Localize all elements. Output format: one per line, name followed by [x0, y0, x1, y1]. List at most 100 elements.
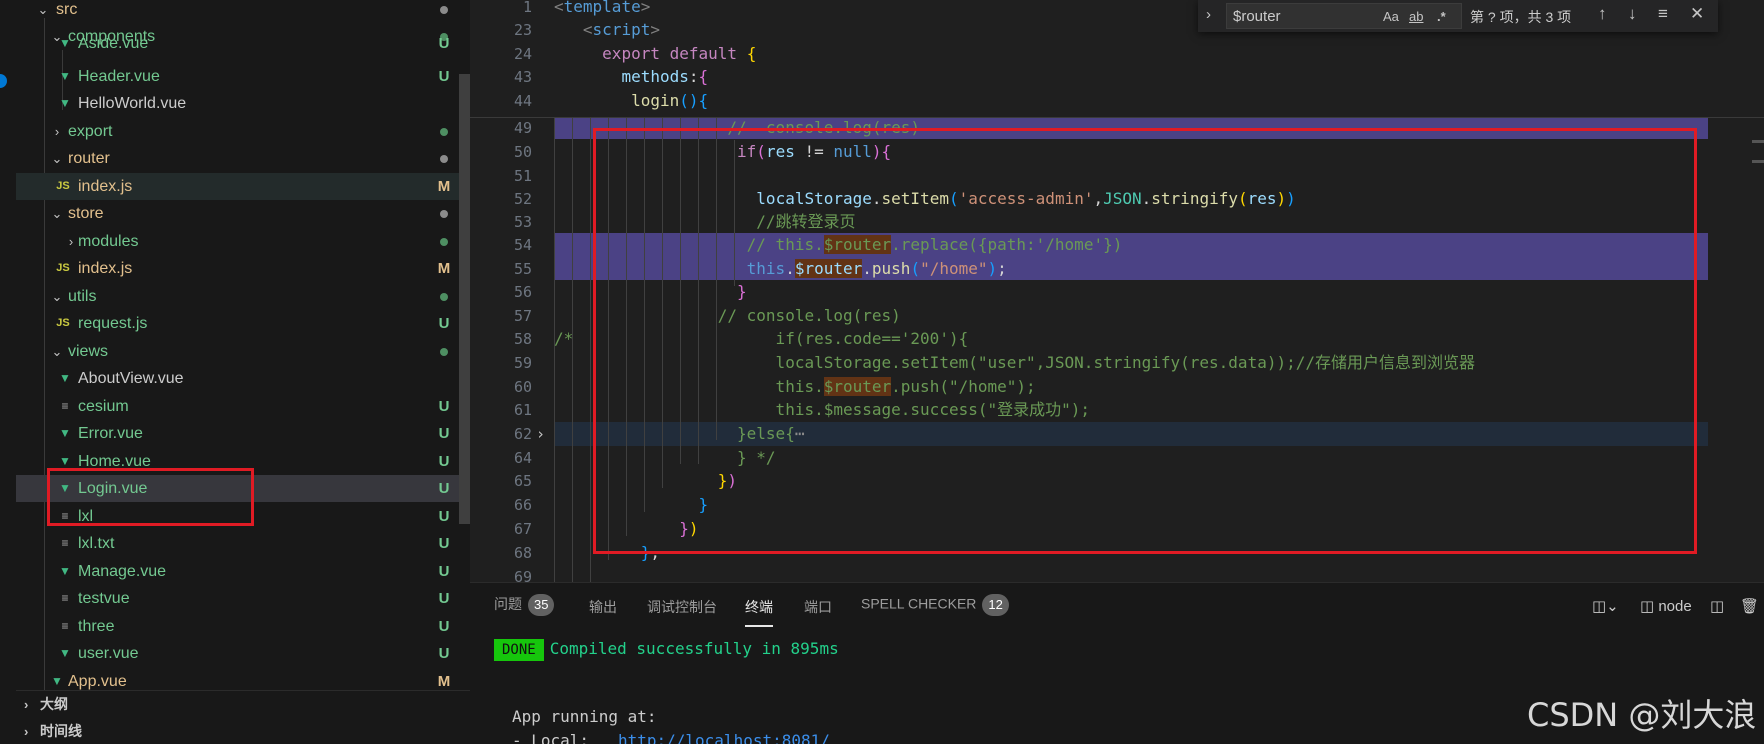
tree-file-aside[interactable]: ▼ Aside.vue U: [16, 38, 464, 54]
trash-icon[interactable]: 🗑: [1740, 597, 1759, 615]
code-line-62: }else{⋯: [554, 424, 805, 443]
line-number: 67: [513, 520, 532, 538]
find-input[interactable]: $router Aa ab .*: [1226, 3, 1462, 29]
tree-folder-modules[interactable]: › modules: [16, 228, 464, 255]
tree-file-cesium[interactable]: ≡ cesium U: [16, 393, 464, 420]
line-number: 1: [522, 0, 532, 16]
code-line-53: //跳转登录页: [554, 212, 856, 231]
tree-folder-export[interactable]: › export: [16, 118, 464, 145]
section-outline[interactable]: › 大纲: [16, 691, 470, 718]
tree-folder-store[interactable]: ⌄ store: [16, 200, 464, 227]
chevron-down-icon: ⌄: [51, 151, 63, 166]
sticky-line-44[interactable]: login(){: [554, 89, 1708, 113]
tree-folder-views[interactable]: ⌄ views: [16, 338, 464, 365]
tree-folder-utils[interactable]: ⌄ utils: [16, 283, 464, 310]
tree-item-label: index.js: [78, 260, 133, 277]
find-widget: › $router Aa ab .* 第 ? 项，共 3 项 ↑ ↓ ≡ ✕: [1198, 0, 1718, 32]
previous-match-icon[interactable]: ↑: [1598, 4, 1607, 24]
ruler-mark: [1752, 140, 1764, 143]
tree-file-lxl[interactable]: ≡ lxl U: [16, 503, 464, 530]
git-status: M: [437, 673, 451, 690]
tree-item-label: cesium: [78, 398, 129, 415]
sticky-line-43[interactable]: methods:{: [554, 65, 1708, 89]
split-terminal-icon[interactable]: ◫: [1710, 597, 1724, 615]
ruler-mark: [1752, 160, 1764, 163]
code-line-65: }): [717, 471, 738, 490]
status-dot: [440, 238, 448, 246]
tree-item-label: AboutView.vue: [78, 370, 184, 387]
tree-file-store-index[interactable]: JS index.js M: [16, 255, 464, 282]
activity-bar: [0, 0, 16, 744]
local-url-link[interactable]: http://localhost:8081/: [618, 731, 830, 744]
tree-item-label: views: [68, 343, 109, 360]
regex-icon[interactable]: .*: [1437, 9, 1446, 24]
tab-terminal[interactable]: 终端: [745, 597, 773, 627]
line-number: 54: [513, 236, 532, 254]
tree-file-user[interactable]: ▼ user.vue U: [16, 640, 464, 667]
match-case-icon[interactable]: Aa: [1383, 9, 1399, 24]
tree-file-app[interactable]: ▼ App.vue M: [16, 668, 464, 690]
tab-output[interactable]: 输出: [589, 597, 617, 617]
tab-spell-checker[interactable]: SPELL CHECKER 12: [861, 594, 1009, 616]
local-url-line: - Local: http://localhost:8081/: [512, 731, 830, 744]
tree-item-label: store: [68, 205, 104, 222]
match-count: 第 ? 项，共 3 项: [1470, 9, 1572, 25]
terminal-icon: ◫: [1640, 598, 1659, 615]
tree-folder-router[interactable]: ⌄ router: [16, 145, 464, 172]
find-in-selection-icon[interactable]: ≡: [1658, 4, 1668, 24]
tree-folder-src[interactable]: ⌄ src: [16, 0, 464, 23]
git-status: U: [438, 535, 450, 552]
fold-chevron-icon[interactable]: ›: [536, 422, 545, 446]
code-line-60: this.$router.push("/home");: [554, 377, 1036, 396]
panel-tabs: 问题 35 输出 调试控制台 终端 端口 SPELL CHECKER 12 ◫⌄ ◫…: [470, 583, 1764, 629]
tree-item-label: src: [56, 1, 78, 18]
line-number: 57: [513, 307, 532, 325]
tree-item-label: user.vue: [78, 645, 139, 662]
text-file-icon: ≡: [61, 536, 69, 550]
text-file-icon: ≡: [61, 399, 69, 413]
line-number: 23: [513, 21, 532, 39]
tree-item-label: Error.vue: [78, 425, 143, 442]
tree-item-label: lxl: [78, 508, 94, 525]
line-number: 53: [513, 213, 532, 231]
code-editor[interactable]: 49 // console.log(res) 50 if(res != null…: [470, 0, 1764, 582]
tree-file-home[interactable]: ▼ Home.vue U: [16, 448, 464, 475]
explorer-scrollbar[interactable]: [459, 74, 470, 524]
code-line-61: this.$message.success("登录成功");: [554, 400, 1091, 419]
tree-file-aboutview[interactable]: ▼ AboutView.vue: [16, 365, 464, 392]
tree-file-manage[interactable]: ▼ Manage.vue U: [16, 558, 464, 585]
tree-file-helloworld[interactable]: ▼ HelloWorld.vue: [16, 90, 464, 117]
tree-file-testvue[interactable]: ≡ testvue U: [16, 585, 464, 612]
layout-dropdown-icon[interactable]: ◫⌄: [1592, 597, 1619, 615]
tree-item-label: testvue: [78, 590, 130, 607]
match-word-icon[interactable]: ab: [1409, 9, 1423, 24]
status-dot: [440, 348, 448, 356]
tree-file-lxl-txt[interactable]: ≡ lxl.txt U: [16, 530, 464, 557]
tree-file-login[interactable]: ▼ Login.vue U: [16, 475, 464, 502]
tree-file-error[interactable]: ▼ Error.vue U: [16, 420, 464, 447]
close-icon[interactable]: ✕: [1690, 4, 1704, 24]
tree-item-label: utils: [68, 288, 97, 305]
tab-debug-console[interactable]: 调试控制台: [647, 597, 717, 617]
section-timeline[interactable]: › 时间线: [16, 718, 470, 744]
git-status: U: [438, 480, 450, 497]
git-status: U: [438, 315, 450, 332]
sticky-line-24[interactable]: export default {: [554, 42, 1708, 66]
next-match-icon[interactable]: ↓: [1628, 4, 1637, 24]
chevron-down-icon: ⌄: [51, 289, 63, 304]
tree-file-router-index[interactable]: JS index.js M: [16, 173, 464, 200]
tree-item-label: Home.vue: [78, 453, 151, 470]
terminal-instance[interactable]: ◫ node: [1640, 597, 1692, 615]
line-number: 58: [513, 330, 532, 348]
tree-file-request[interactable]: JS request.js U: [16, 310, 464, 337]
tree-item-label: Aside.vue: [78, 38, 149, 52]
status-dot: [440, 210, 448, 218]
tab-ports[interactable]: 端口: [804, 597, 832, 617]
line-number: 60: [513, 378, 532, 396]
vue-file-icon: ▼: [59, 481, 71, 495]
tab-problems[interactable]: 问题 35: [494, 594, 555, 617]
chevron-right-icon: ›: [68, 234, 74, 249]
toggle-replace-icon[interactable]: ›: [1206, 6, 1211, 23]
tree-file-three[interactable]: ≡ three U: [16, 613, 464, 640]
tree-file-header[interactable]: ▼ Header.vue U: [16, 63, 464, 90]
